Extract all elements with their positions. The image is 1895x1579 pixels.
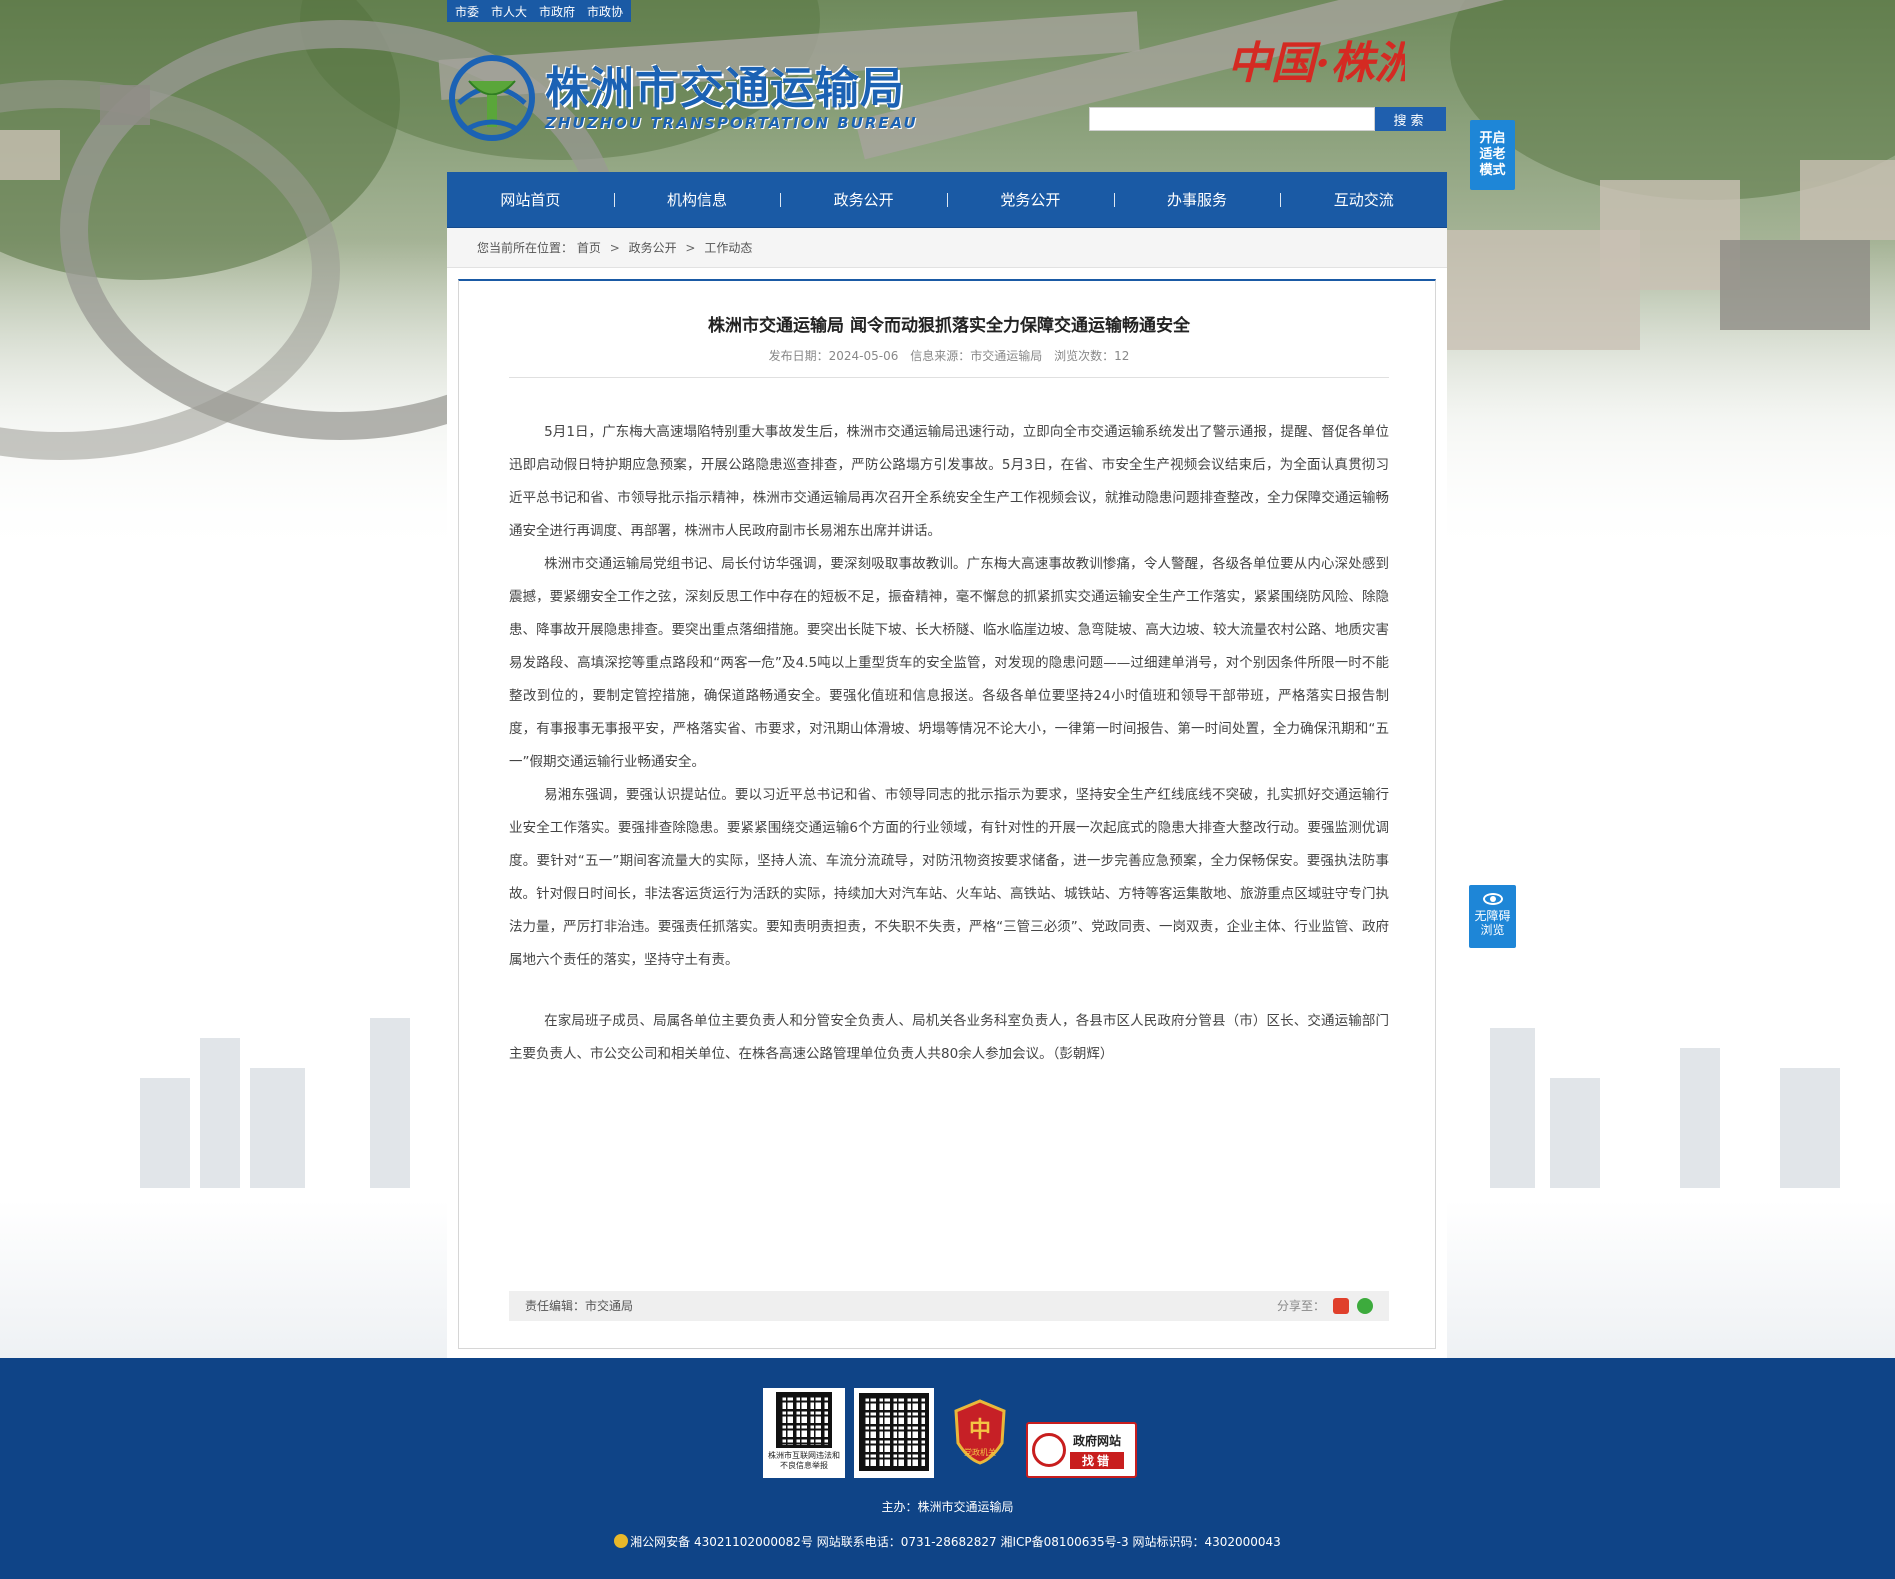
article-meta: 发布日期：2024-05-06 信息来源：市交通运输局 浏览次数：12 [509, 347, 1389, 364]
elder-mode-text-3: 模式 [1479, 163, 1506, 178]
magnifier-icon [1032, 1433, 1066, 1467]
breadcrumb: 您当前所在位置： 首页 > 政务公开 > 工作动态 [447, 228, 1447, 268]
article-paragraph: 5月1日，广东梅大高速塌陷特别重大事故发生后，株洲市交通运输局迅速行动，立即向全… [509, 424, 1389, 539]
weibo-share-icon[interactable] [1333, 1298, 1349, 1314]
nav-interaction[interactable]: 互动交流 [1280, 172, 1447, 228]
share-label: 分享至： [1276, 1299, 1325, 1313]
gov-error-bottom-text: 找错 [1070, 1451, 1125, 1469]
nav-organization[interactable]: 机构信息 [613, 172, 781, 228]
gov-website-error-report[interactable]: 政府网站 找错 [1026, 1422, 1137, 1478]
article-box: 株洲市交通运输局 闻令而动狠抓落实全力保障交通运输畅通安全 发布日期：2024-… [458, 279, 1436, 1349]
top-link-peoples-congress[interactable]: 市人大 [491, 3, 527, 20]
elder-mode-toggle[interactable]: 开启 适老 模式 [1470, 120, 1515, 190]
view-count: 浏览次数：12 [1054, 349, 1130, 363]
gov-error-top-text: 政府网站 [1073, 1433, 1122, 1448]
qr-code-label: 株洲市互联网违法和不良信息举报 [768, 1451, 840, 1470]
article-paragraph: 株洲市交通运输局党组书记、局长付访华强调，要深刻吸取事故教训。广东梅大高速事故教… [509, 556, 1389, 770]
accessibility-toggle[interactable]: 无障碍 浏览 [1469, 885, 1516, 948]
responsible-editor: 责任编辑：市交通局 [525, 1299, 634, 1313]
eye-icon [1482, 893, 1503, 905]
svg-text:党政机关: 党政机关 [964, 1447, 996, 1457]
breadcrumb-separator: > [685, 241, 696, 255]
bureau-name-cn: 株洲市交通运输局 [545, 63, 905, 114]
article-paragraph: 在家局班子成员、局属各单位主要负责人和分管安全负责人、局机关各业务科室负责人，各… [509, 1013, 1389, 1062]
report-qr-code[interactable]: 株洲市互联网违法和不良信息举报 [763, 1388, 845, 1478]
breadcrumb-home[interactable]: 首页 [577, 241, 601, 255]
title-divider [509, 377, 1389, 378]
svg-text:中: 中 [969, 1417, 991, 1443]
breadcrumb-label: 您当前所在位置： [477, 241, 574, 255]
registration-text: 湘公网安备 43021102000082号 网站联系电话：0731-286828… [630, 1535, 1281, 1549]
publish-date: 发布日期：2024-05-06 [768, 349, 899, 363]
accessibility-text-2: 浏览 [1480, 923, 1505, 937]
site-search: 搜索 [1089, 107, 1446, 131]
search-input[interactable] [1089, 107, 1375, 131]
police-badge-icon [614, 1534, 629, 1548]
bureau-emblem-icon [449, 55, 535, 141]
accessibility-text-1: 无障碍 [1474, 909, 1511, 923]
wechat-share-icon[interactable] [1357, 1298, 1373, 1314]
site-host: 主办：株洲市交通运输局 [881, 1500, 1014, 1514]
top-link-party-committee[interactable]: 市委 [455, 3, 479, 20]
nav-home[interactable]: 网站首页 [447, 172, 614, 228]
elder-mode-text-2: 适老 [1479, 147, 1506, 162]
china-zhuzhou-calligraphy: 中国·株洲 [1227, 38, 1405, 89]
top-link-government[interactable]: 市政府 [539, 3, 575, 20]
wechat-qr-code[interactable] [854, 1388, 934, 1478]
qr-code-icon [859, 1393, 929, 1471]
qr-code-icon [776, 1392, 832, 1448]
elder-mode-text-1: 开启 [1479, 131, 1506, 146]
breadcrumb-separator: > [609, 241, 620, 255]
top-link-cppcc[interactable]: 市政协 [587, 3, 623, 20]
bureau-name-en: ZHUZHOU TRANSPORTATION BUREAU [545, 114, 918, 132]
share-area: 分享至： [1277, 1291, 1373, 1321]
article-footer-bar: 责任编辑：市交通局 分享至： [509, 1291, 1389, 1321]
main-content: 您当前所在位置： 首页 > 政务公开 > 工作动态 株洲市交通运输局 闻令而动狠… [447, 228, 1447, 1358]
page-footer: 株洲市互联网违法和不良信息举报 中 党政机关 政府网站 找错 主办：株洲市交通运… [0, 1358, 1895, 1579]
article-body: 5月1日，广东梅大高速塌陷特别重大事故发生后，株洲市交通运输局迅速行动，立即向全… [509, 416, 1389, 1071]
article-title: 株洲市交通运输局 闻令而动狠抓落实全力保障交通运输畅通安全 [708, 316, 1190, 336]
svg-text:中国·株洲: 中国·株洲 [1227, 38, 1405, 89]
party-government-badge[interactable]: 中 党政机关 [952, 1399, 1008, 1465]
nav-services[interactable]: 办事服务 [1113, 172, 1281, 228]
nav-party-affairs[interactable]: 党务公开 [947, 172, 1114, 228]
breadcrumb-work-news[interactable]: 工作动态 [704, 241, 752, 255]
search-button[interactable]: 搜索 [1375, 107, 1446, 131]
main-nav: 网站首页 机构信息 政务公开 党务公开 办事服务 互动交流 [447, 172, 1447, 228]
nav-government-affairs[interactable]: 政务公开 [780, 172, 947, 228]
info-source: 信息来源：市交通运输局 [910, 349, 1043, 363]
site-logo[interactable]: 株洲市交通运输局 ZHUZHOU TRANSPORTATION BUREAU [447, 52, 927, 144]
breadcrumb-government-affairs[interactable]: 政务公开 [629, 241, 677, 255]
article-paragraph: 易湘东强调，要强认识提站位。要以习近平总书记和省、市领导同志的批示指示为要求，坚… [509, 787, 1389, 968]
site-registration: 湘公网安备 43021102000082号 网站联系电话：0731-286828… [0, 1533, 1895, 1550]
footer-badges: 株洲市互联网违法和不良信息举报 中 党政机关 政府网站 找错 [763, 1388, 1137, 1478]
top-links-bar: 市委 市人大 市政府 市政协 [447, 0, 632, 22]
